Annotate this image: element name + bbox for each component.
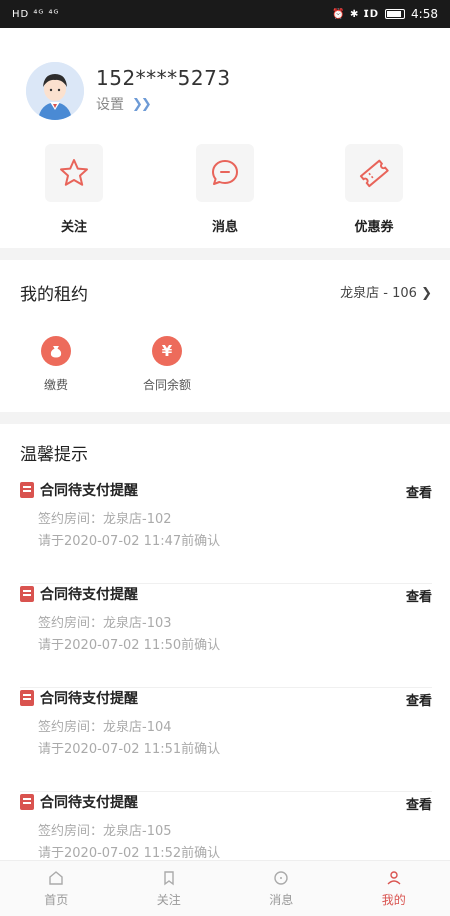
list-item[interactable]: 合同待支付提醒 查看 签约房间：龙泉店-102 请于2020-07-02 11:… bbox=[20, 480, 432, 584]
tip-header: 合同待支付提醒 bbox=[20, 792, 138, 812]
signal-indicators: HD ⁴ᴳ ⁴ᴳ bbox=[12, 8, 60, 20]
tip-title: 合同待支付提醒 bbox=[40, 587, 138, 603]
tab-home[interactable]: 首页 bbox=[0, 861, 113, 916]
tab-label: 首页 bbox=[44, 893, 69, 907]
tip-header: 合同待支付提醒 bbox=[20, 584, 138, 604]
tab-label: 关注 bbox=[156, 893, 181, 907]
store-selector[interactable]: 龙泉店 - 106 ❯ bbox=[340, 282, 432, 301]
quick-action-label: 消息 bbox=[211, 220, 238, 235]
view-button[interactable]: 查看 bbox=[406, 586, 432, 605]
tip-header: 合同待支付提醒 bbox=[20, 688, 138, 708]
star-icon bbox=[60, 159, 88, 186]
view-button[interactable]: 查看 bbox=[406, 794, 432, 813]
quick-action-label: 关注 bbox=[60, 220, 87, 235]
quick-action-follow[interactable]: 关注 bbox=[29, 144, 119, 235]
rent-section-title: 我的租约 bbox=[20, 285, 88, 305]
settings-link[interactable]: 设置 ❯❯ bbox=[96, 94, 152, 114]
quick-action-tile bbox=[345, 144, 403, 202]
status-bar: HD ⁴ᴳ ⁴ᴳ ⏰ ✱ 𝗜𝗗 4:58 bbox=[0, 0, 450, 28]
tip-deadline: 请于2020-07-02 11:50前确认 bbox=[38, 638, 221, 653]
document-icon bbox=[20, 794, 34, 810]
rent-item-payment[interactable]: 缴费 bbox=[16, 336, 96, 393]
list-item[interactable]: 合同待支付提醒 查看 签约房间：龙泉店-103 请于2020-07-02 11:… bbox=[20, 584, 432, 688]
rent-section: 我的租约 龙泉店 - 106 ❯ 缴费 ¥ 合同余额 bbox=[0, 260, 450, 412]
tab-follow[interactable]: 关注 bbox=[113, 861, 226, 916]
document-icon bbox=[20, 482, 34, 498]
quick-action-coupons[interactable]: 优惠券 bbox=[329, 144, 419, 235]
yen-icon: ¥ bbox=[152, 336, 182, 366]
rent-item-label: 缴费 bbox=[43, 378, 68, 392]
home-icon bbox=[49, 871, 63, 885]
tips-section-title: 温馨提示 bbox=[20, 445, 88, 465]
view-button[interactable]: 查看 bbox=[406, 482, 432, 501]
profile-section: 152****5273 设置 ❯❯ 关注 消息 优惠券 bbox=[0, 28, 450, 248]
chevron-right-icon: ❯ bbox=[421, 286, 432, 301]
tip-deadline: 请于2020-07-02 11:47前确认 bbox=[38, 534, 221, 549]
view-button[interactable]: 查看 bbox=[406, 690, 432, 709]
tab-messages[interactable]: 消息 bbox=[225, 861, 338, 916]
tab-profile[interactable]: 我的 bbox=[338, 861, 450, 916]
ticket-icon bbox=[359, 159, 389, 188]
status-left: HD ⁴ᴳ ⁴ᴳ bbox=[12, 9, 59, 20]
tip-title: 合同待支付提醒 bbox=[40, 691, 138, 707]
status-right: ⏰ ✱ 𝗜𝗗 4:58 bbox=[332, 7, 438, 21]
chat-icon bbox=[212, 160, 238, 185]
tip-deadline: 请于2020-07-02 11:52前确认 bbox=[38, 846, 221, 860]
list-item[interactable]: 合同待支付提醒 查看 签约房间：龙泉店-104 请于2020-07-02 11:… bbox=[20, 688, 432, 792]
status-time: 4:58 bbox=[411, 7, 438, 21]
battery-icon bbox=[385, 9, 406, 19]
tab-label: 消息 bbox=[269, 893, 294, 907]
status-icons: ⏰ ✱ 𝗜𝗗 bbox=[332, 8, 380, 20]
money-bag-icon bbox=[41, 336, 71, 366]
quick-action-label: 优惠券 bbox=[354, 220, 394, 235]
store-label: 龙泉店 - 106 bbox=[340, 286, 417, 301]
bottom-tab-bar: 首页 关注 消息 我的 bbox=[0, 860, 450, 916]
tip-room: 签约房间：龙泉店-105 bbox=[38, 824, 172, 839]
document-icon bbox=[20, 690, 34, 706]
tip-room: 签约房间：龙泉店-103 bbox=[38, 616, 172, 631]
message-icon bbox=[274, 871, 288, 885]
tip-title: 合同待支付提醒 bbox=[40, 795, 138, 811]
quick-action-tile bbox=[45, 144, 103, 202]
document-icon bbox=[20, 586, 34, 602]
user-icon bbox=[387, 871, 401, 885]
bookmark-icon bbox=[164, 871, 174, 886]
tip-room: 签约房间：龙泉店-104 bbox=[38, 720, 172, 735]
phone-number: 152****5273 bbox=[96, 66, 231, 90]
quick-action-messages[interactable]: 消息 bbox=[180, 144, 270, 235]
avatar[interactable] bbox=[26, 62, 84, 120]
rent-item-contract-balance[interactable]: ¥ 合同余额 bbox=[127, 336, 207, 393]
tip-room: 签约房间：龙泉店-102 bbox=[38, 512, 172, 527]
rent-item-label: 合同余额 bbox=[142, 378, 191, 392]
avatar-icon bbox=[26, 62, 84, 120]
list-item[interactable]: 合同待支付提醒 查看 签约房间：龙泉店-105 请于2020-07-02 11:… bbox=[20, 792, 432, 860]
tab-label: 我的 bbox=[381, 893, 406, 907]
settings-label: 设置 bbox=[96, 97, 124, 113]
tips-section: 温馨提示 合同待支付提醒 查看 签约房间：龙泉店-102 请于2020-07-0… bbox=[0, 424, 450, 860]
tip-deadline: 请于2020-07-02 11:51前确认 bbox=[38, 742, 221, 757]
tip-title: 合同待支付提醒 bbox=[40, 483, 138, 499]
quick-action-tile bbox=[196, 144, 254, 202]
tip-header: 合同待支付提醒 bbox=[20, 480, 138, 500]
double-chevron-right-icon: ❯❯ bbox=[132, 96, 152, 112]
